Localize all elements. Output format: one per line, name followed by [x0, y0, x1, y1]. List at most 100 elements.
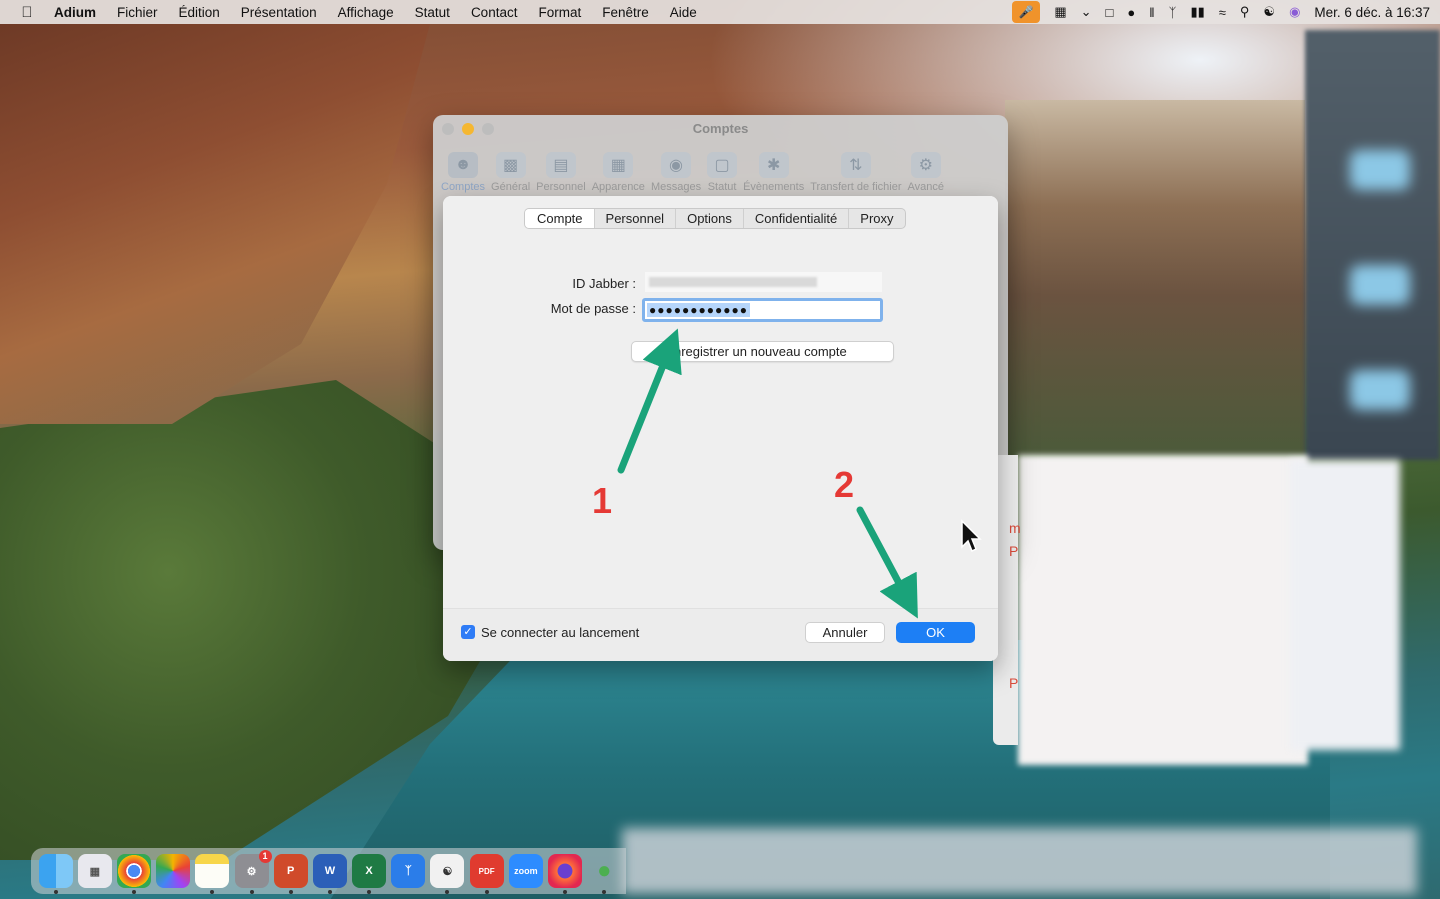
pdf-app-icon[interactable]: PDF [469, 854, 504, 894]
tab-proxy[interactable]: Proxy [849, 209, 904, 228]
tab-personnel[interactable]: Personnel [595, 209, 677, 228]
side-glyph: P [1009, 543, 1019, 559]
toolbar-personnel[interactable]: ▤ Personnel [533, 143, 589, 193]
launchpad-icon[interactable]: ▦ [77, 854, 112, 888]
menu-format[interactable]: Format [528, 5, 592, 20]
side-glyph: P [1009, 675, 1019, 691]
toolbar-avance[interactable]: ⚙ Avancé [905, 143, 948, 193]
register-new-account-button[interactable]: nregistrer un nouveau compte [631, 341, 894, 362]
notes-icon[interactable] [195, 854, 230, 894]
jabber-id-field[interactable] [645, 272, 882, 292]
toolbar-label: Avancé [907, 181, 945, 193]
menu-affichage[interactable]: Affichage [327, 5, 404, 20]
toolbar-transfert[interactable]: ⇅ Transfert de fichier [807, 143, 904, 193]
redacted-jabber-id [649, 277, 817, 287]
toolbar-apparence[interactable]: ▦ Apparence [589, 143, 648, 193]
airpods-icon[interactable]: ‖ [1149, 5, 1154, 20]
finder-icon[interactable] [38, 854, 73, 894]
step-1-label: 1 [592, 480, 613, 521]
toolbar-label: Transfert de fichier [810, 181, 902, 193]
toolbar-label: Général [491, 181, 531, 193]
id-card-icon: ▤ [545, 152, 576, 178]
control-center-icon[interactable]: ☯ [1263, 4, 1275, 20]
toolbar-label: Évènements [743, 181, 805, 193]
window-title: Comptes [692, 121, 749, 136]
notification-badge: 1 [258, 850, 272, 863]
toolbar-evenements[interactable]: ✱ Évènements [740, 143, 807, 193]
step-2-label: 2 [834, 464, 855, 505]
lightbulb-icon: ✱ [758, 152, 789, 178]
side-glyph: m [1009, 520, 1021, 536]
dock: ▦ ⚙ 1 P W X ᛉ ☯ PDF zoom ● [31, 848, 626, 894]
menu-aide[interactable]: Aide [659, 5, 707, 20]
cancel-button[interactable]: Annuler [805, 622, 885, 643]
tab-options[interactable]: Options [676, 209, 744, 228]
toolbar-label: Statut [707, 181, 737, 193]
account-sheet: Compte Personnel Options Confidentialité… [443, 196, 998, 661]
wifi-icon[interactable]: ≈ [1219, 5, 1226, 20]
menu-app-name[interactable]: Adium [54, 5, 107, 20]
chat-bubble-icon: ◉ [661, 152, 691, 178]
system-preferences-icon[interactable]: ⚙ 1 [234, 850, 272, 894]
zoom-label: zoom [514, 866, 538, 876]
password-field[interactable]: ●●●●●●●●●●●● [642, 298, 883, 322]
launch-connect-label[interactable]: Se connecter au lancement [481, 625, 639, 640]
toolbar-label: Apparence [591, 181, 645, 193]
toolbar-general[interactable]: ▩ Général [488, 143, 533, 193]
menu-bar:  Adium Fichier Édition Présentation Aff… [0, 0, 1440, 24]
zoom-app-icon[interactable]: zoom [508, 854, 543, 888]
pdf-label: PDF [478, 866, 495, 876]
excel-icon[interactable]: X [352, 854, 387, 894]
chrome-icon[interactable] [116, 854, 151, 894]
search-icon[interactable]: ⚲ [1240, 4, 1250, 20]
menu-contact[interactable]: Contact [460, 5, 528, 20]
chevron-down-icon[interactable]: ⌄ [1081, 4, 1092, 20]
powerpoint-icon[interactable]: P [273, 854, 308, 894]
transfer-icon: ⇅ [840, 152, 871, 178]
account-tabs: Compte Personnel Options Confidentialité… [524, 208, 906, 229]
tab-compte[interactable]: Compte [525, 209, 595, 228]
user-icon: ☻ [448, 152, 479, 178]
word-icon[interactable]: W [312, 854, 347, 894]
blurred-panel-2 [1290, 460, 1400, 750]
gear-icon: ⚙ [910, 152, 941, 178]
blurred-panel [1018, 455, 1308, 765]
preferences-toolbar: ☻ Comptes ▩ Général ▤ Personnel ▦ Apparence … [438, 143, 998, 195]
menu-edition[interactable]: Édition [168, 5, 230, 20]
photos-icon[interactable] [156, 854, 191, 888]
siri-icon[interactable]: ◉ [1289, 4, 1300, 20]
grid-icon[interactable]: ▦ [1054, 4, 1066, 20]
accessibility-app-icon[interactable]: ☯ [430, 854, 465, 894]
menu-fichier[interactable]: Fichier [107, 5, 169, 20]
launch-connect-checkbox[interactable]: ✓ [461, 625, 475, 639]
battery-icon[interactable]: ▮▮ [1190, 4, 1204, 20]
bluetooth-icon[interactable]: ᛉ [1169, 5, 1177, 20]
toolbar-label: Personnel [536, 181, 586, 193]
menu-presentation[interactable]: Présentation [230, 5, 327, 20]
screen-share-icon[interactable]: □ [1106, 5, 1114, 20]
toolbar-statut[interactable]: ▢ Statut [704, 143, 740, 193]
toolbar-comptes[interactable]: ☻ Comptes [438, 143, 488, 193]
password-value: ●●●●●●●●●●●● [647, 303, 750, 317]
bluetooth-app-icon[interactable]: ᛉ [391, 854, 426, 888]
apple-menu-icon[interactable]:  [0, 4, 54, 21]
menu-fenetre[interactable]: Fenêtre [592, 5, 660, 20]
toolbar-label: Messages [650, 181, 702, 193]
wallpaper-cliff-left [0, 24, 430, 424]
adium-duck-icon[interactable]: ● [1127, 5, 1135, 20]
jabber-id-label: ID Jabber : [572, 276, 636, 291]
menu-statut[interactable]: Statut [404, 5, 460, 20]
menu-clock[interactable]: Mer. 6 déc. à 16:37 [1314, 5, 1430, 20]
toolbar-label: Comptes [441, 181, 486, 193]
wallpaper-cliff-right [1005, 100, 1305, 455]
toolbar-messages[interactable]: ◉ Messages [648, 143, 704, 193]
ok-button[interactable]: OK [896, 622, 975, 643]
adium-icon[interactable]: ● [587, 854, 621, 894]
sheet-content: Compte Personnel Options Confidentialité… [443, 196, 998, 608]
status-icon: ▢ [707, 152, 738, 178]
mouse-cursor-icon [961, 519, 982, 553]
microphone-icon[interactable]: 🎤 [1012, 1, 1041, 23]
firefox-icon[interactable] [548, 854, 583, 894]
blurred-window-right [1305, 30, 1440, 460]
tab-confidentialite[interactable]: Confidentialité [744, 209, 850, 228]
